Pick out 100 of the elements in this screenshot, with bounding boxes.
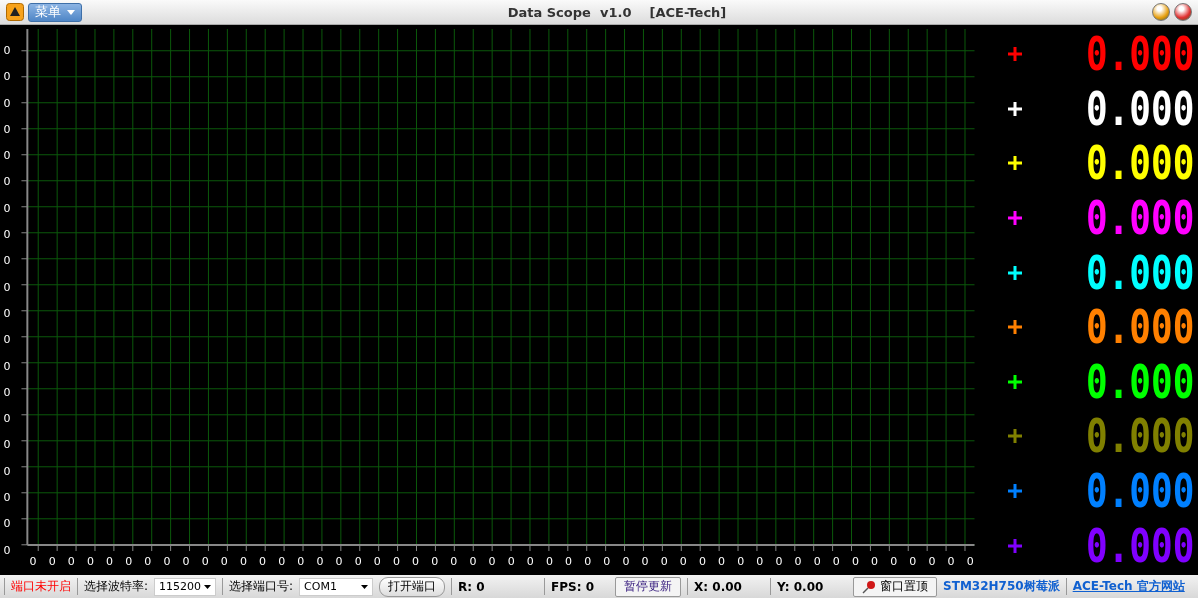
x-axis-label: 0 (678, 554, 688, 570)
window-title: Data Scope v1.0 [ACE-Tech] (506, 4, 728, 20)
y-axis-label: 0 (2, 253, 12, 270)
port-label: 选择端口号: (229, 578, 294, 595)
y-axis-label: 0 (2, 200, 12, 217)
y-axis-label: 0 (2, 227, 12, 244)
fps-reading: FPS: 0 (551, 579, 596, 594)
y-axis-label: 0 (2, 437, 12, 454)
x-axis-label: 0 (831, 554, 841, 570)
channel-readout: 0.000 (1086, 519, 1195, 572)
x-axis-label: 0 (506, 554, 516, 570)
plus-icon[interactable] (1008, 211, 1022, 226)
caret-icon (204, 584, 212, 589)
channel-readout: 0.000 (1086, 137, 1195, 190)
x-axis-label: 0 (717, 554, 727, 570)
x-axis-label: 0 (736, 554, 746, 570)
y-axis-label: 0 (2, 516, 12, 533)
y-axis-label: 0 (2, 121, 12, 138)
x-axis-label: 0 (162, 554, 172, 570)
channel-readout: 0.000 (1086, 82, 1195, 135)
close-button[interactable] (1174, 3, 1192, 21)
x-axis-label: 0 (105, 554, 115, 570)
x-axis-label: 0 (812, 554, 822, 570)
y-axis-label: 0 (2, 95, 12, 112)
x-axis-label: 0 (47, 554, 57, 570)
channel-readout: 0.000 (1086, 465, 1195, 518)
x-axis-label: 0 (927, 554, 937, 570)
x-axis-label: 0 (640, 554, 650, 570)
x-axis-label: 0 (143, 554, 153, 570)
plus-icon[interactable] (1008, 101, 1022, 116)
channel-readout: 0.000 (1086, 410, 1195, 463)
x-axis-label: 0 (85, 554, 95, 570)
x-axis-label: 0 (124, 554, 134, 570)
website-link[interactable]: ACE-Tech 官方网站 (1072, 578, 1185, 595)
y-axis-label: 0 (2, 542, 12, 559)
plus-icon[interactable] (1008, 374, 1022, 389)
x-axis-label: 0 (525, 554, 535, 570)
x-axis-label: 0 (850, 554, 860, 570)
x-axis-label: 0 (372, 554, 382, 570)
plus-icon[interactable] (1008, 265, 1022, 280)
plus-icon[interactable] (1008, 320, 1022, 335)
x-axis-label: 0 (908, 554, 918, 570)
x-axis-label: 0 (870, 554, 880, 570)
x-axis-label: 0 (353, 554, 363, 570)
caret-icon (67, 9, 75, 15)
x-axis-label: 0 (659, 554, 669, 570)
channel-readout: 0.000 (1086, 301, 1195, 354)
minimize-button[interactable] (1152, 3, 1170, 21)
x-axis-label: 0 (564, 554, 574, 570)
pushpin-icon (862, 579, 877, 594)
x-axis-label: 0 (411, 554, 421, 570)
x-axis-label: 0 (28, 554, 38, 570)
x-axis-label: 0 (391, 554, 401, 570)
y-axis-label: 0 (2, 305, 12, 322)
y-axis-label: 0 (2, 358, 12, 375)
x-axis-label: 0 (219, 554, 229, 570)
x-axis-label: 0 (621, 554, 631, 570)
x-axis-label: 0 (793, 554, 803, 570)
x-axis-label: 0 (583, 554, 593, 570)
pause-update-button[interactable]: 暂停更新 (615, 576, 682, 597)
y-reading: Y: 0.00 (777, 579, 825, 594)
y-axis-label: 0 (2, 332, 12, 349)
x-axis-label: 0 (449, 554, 459, 570)
x-axis-label: 0 (66, 554, 76, 570)
pin-window-button[interactable]: 窗口置顶 (853, 576, 938, 597)
y-axis-label: 0 (2, 490, 12, 507)
y-axis-label: 0 (2, 384, 12, 401)
x-axis-label: 0 (697, 554, 707, 570)
y-axis-label: 0 (2, 69, 12, 86)
port-select[interactable]: COM1 (299, 577, 374, 596)
x-axis-label: 0 (487, 554, 497, 570)
r-reading: R: 0 (458, 579, 486, 594)
baud-rate-select[interactable]: 115200 (154, 577, 217, 596)
x-axis-label: 0 (468, 554, 478, 570)
channel-readout: 0.000 (1086, 355, 1195, 408)
x-axis-label: 0 (544, 554, 554, 570)
y-axis-label: 0 (2, 174, 12, 191)
x-axis-label: 0 (602, 554, 612, 570)
x-axis-label: 0 (334, 554, 344, 570)
app-icon (6, 3, 24, 21)
channel-readout: 0.000 (1086, 192, 1195, 245)
y-axis-label: 0 (2, 463, 12, 480)
x-axis-label: 0 (774, 554, 784, 570)
baud-rate-label: 选择波特率: (84, 578, 149, 595)
x-reading: X: 0.00 (694, 579, 743, 594)
port-status: 端口未开启 (11, 578, 71, 595)
x-axis-label: 0 (200, 554, 210, 570)
caret-icon (361, 584, 369, 589)
open-port-button[interactable]: 打开端口 (379, 576, 446, 597)
x-axis-label: 0 (181, 554, 191, 570)
x-axis-label: 0 (238, 554, 248, 570)
x-axis-label: 0 (296, 554, 306, 570)
y-axis-label: 0 (2, 411, 12, 428)
channel-readout: 0.000 (1086, 28, 1195, 81)
x-axis-label: 0 (315, 554, 325, 570)
y-axis-label: 0 (2, 148, 12, 165)
x-axis-label: 0 (965, 554, 975, 570)
plus-icon[interactable] (1008, 156, 1022, 171)
board-label: STM32H750树莓派 (943, 578, 1060, 595)
x-axis-label: 0 (889, 554, 899, 570)
